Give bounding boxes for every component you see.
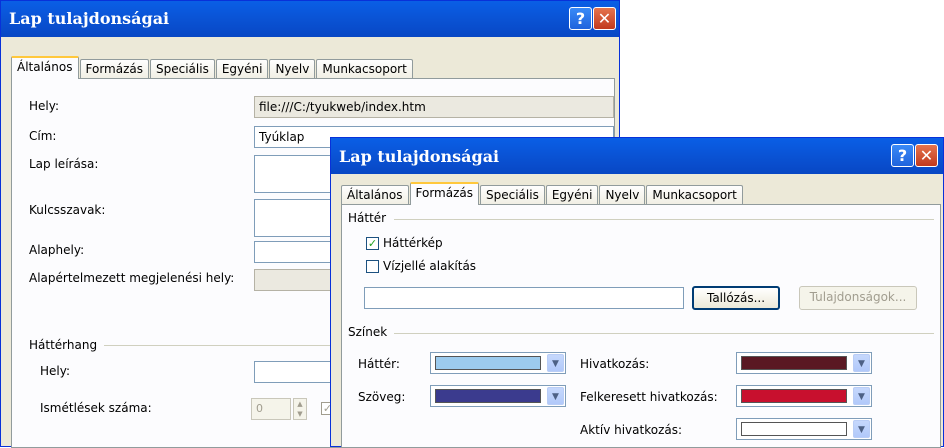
szoveg-color-dropdown[interactable]: ▼ (430, 385, 566, 407)
chevron-down-icon[interactable]: ▼ (547, 387, 564, 405)
hang-hely-label: Hely: (40, 364, 71, 378)
hivatkozas-color-dropdown[interactable]: ▼ (736, 352, 872, 374)
vizjel-label: Vízjellé alakítás (383, 259, 477, 273)
szoveg-szin-label: Szöveg: (358, 390, 406, 404)
chevron-down-icon[interactable]: ▼ (853, 387, 870, 405)
tab-formazas[interactable]: Formázás (409, 182, 479, 205)
title-bar[interactable]: Lap tulajdonságai ? ✕ (1, 1, 619, 37)
hatter-szin-label: Háttér: (358, 357, 400, 371)
group-divider (394, 219, 934, 220)
felkeresett-color-dropdown[interactable]: ▼ (736, 385, 872, 407)
hatterkep-path-field[interactable] (364, 287, 684, 309)
aktiv-color-dropdown[interactable]: ▼ (736, 418, 872, 440)
tab-nyelv[interactable]: Nyelv (599, 185, 646, 204)
ismetles-spinner[interactable]: 0 (251, 398, 291, 420)
tallozas-button[interactable]: Tallózás... (692, 286, 780, 310)
tab-specialis[interactable]: Speciális (150, 59, 215, 78)
help-button[interactable]: ? (569, 7, 592, 30)
tab-panel: Háttér ✓ Háttérkép Vízjellé alakítás Tal… (341, 204, 941, 448)
hivatkozas-label: Hivatkozás: (580, 357, 650, 371)
close-button[interactable]: ✕ (593, 7, 616, 30)
spinner-arrows[interactable]: ▲ ▼ (293, 398, 307, 420)
window-title: Lap tulajdonságai (9, 9, 170, 28)
tab-egyeni[interactable]: Egyéni (545, 185, 599, 204)
tulajdonsagok-button[interactable]: Tulajdonságok... (799, 286, 917, 310)
title-bar[interactable]: Lap tulajdonságai ? ✕ (331, 138, 943, 174)
tab-specialis[interactable]: Speciális (480, 185, 545, 204)
tab-altalanos[interactable]: Általános (341, 185, 409, 204)
tab-munkacsoport[interactable]: Munkacsoport (316, 59, 413, 78)
tab-altalanos[interactable]: Általános (11, 56, 79, 79)
group-divider (394, 333, 934, 334)
close-button[interactable]: ✕ (915, 144, 938, 167)
chevron-down-icon[interactable]: ▼ (853, 354, 870, 372)
hatterkep-checkbox[interactable]: ✓ (366, 237, 379, 250)
vizjel-checkbox[interactable] (366, 260, 379, 273)
felkeresett-label: Felkeresett hivatkozás: (580, 390, 718, 404)
felkeresett-color-swatch (741, 389, 847, 403)
tab-egyeni[interactable]: Egyéni (215, 59, 269, 78)
ismetles-label: Ismétlések száma: (40, 401, 152, 415)
hatter-group-label: Háttér (348, 211, 387, 225)
hivatkozas-color-swatch (741, 356, 847, 370)
tab-strip: Általános Formázás Speciális Egyéni Nyel… (341, 182, 744, 205)
alap-megjelenesi-label: Alapértelmezett megjelenési hely: (29, 271, 235, 285)
window-title: Lap tulajdonságai (339, 147, 500, 166)
dialog-front: Lap tulajdonságai ? ✕ Általános Formázás… (330, 137, 944, 448)
chevron-down-icon[interactable]: ▼ (853, 420, 870, 438)
szinek-group-label: Színek (348, 325, 388, 339)
hatterhang-group-label: Háttérhang (29, 338, 98, 352)
aktiv-label: Aktív hivatkozás: (580, 423, 683, 437)
chevron-down-icon[interactable]: ▼ (547, 354, 564, 372)
szoveg-color-swatch (435, 389, 541, 403)
tab-formazas[interactable]: Formázás (79, 59, 149, 78)
tab-strip: Általános Formázás Speciális Egyéni Nyel… (11, 56, 414, 79)
cim-label: Cím: (29, 129, 57, 143)
hely-field[interactable]: file:///C:/tyukweb/index.htm (254, 96, 614, 118)
leiras-label: Lap leírása: (29, 157, 99, 171)
aktiv-color-swatch (741, 422, 847, 436)
tab-nyelv[interactable]: Nyelv (269, 59, 316, 78)
hely-label: Hely: (29, 99, 60, 113)
help-button[interactable]: ? (891, 144, 914, 167)
alaphely-label: Alaphely: (29, 243, 85, 257)
hatter-color-dropdown[interactable]: ▼ (430, 352, 566, 374)
hatter-color-swatch (435, 356, 541, 370)
hatterkep-label: Háttérkép (383, 236, 443, 250)
tab-munkacsoport[interactable]: Munkacsoport (646, 185, 743, 204)
kulcsszavak-label: Kulcsszavak: (29, 203, 106, 217)
